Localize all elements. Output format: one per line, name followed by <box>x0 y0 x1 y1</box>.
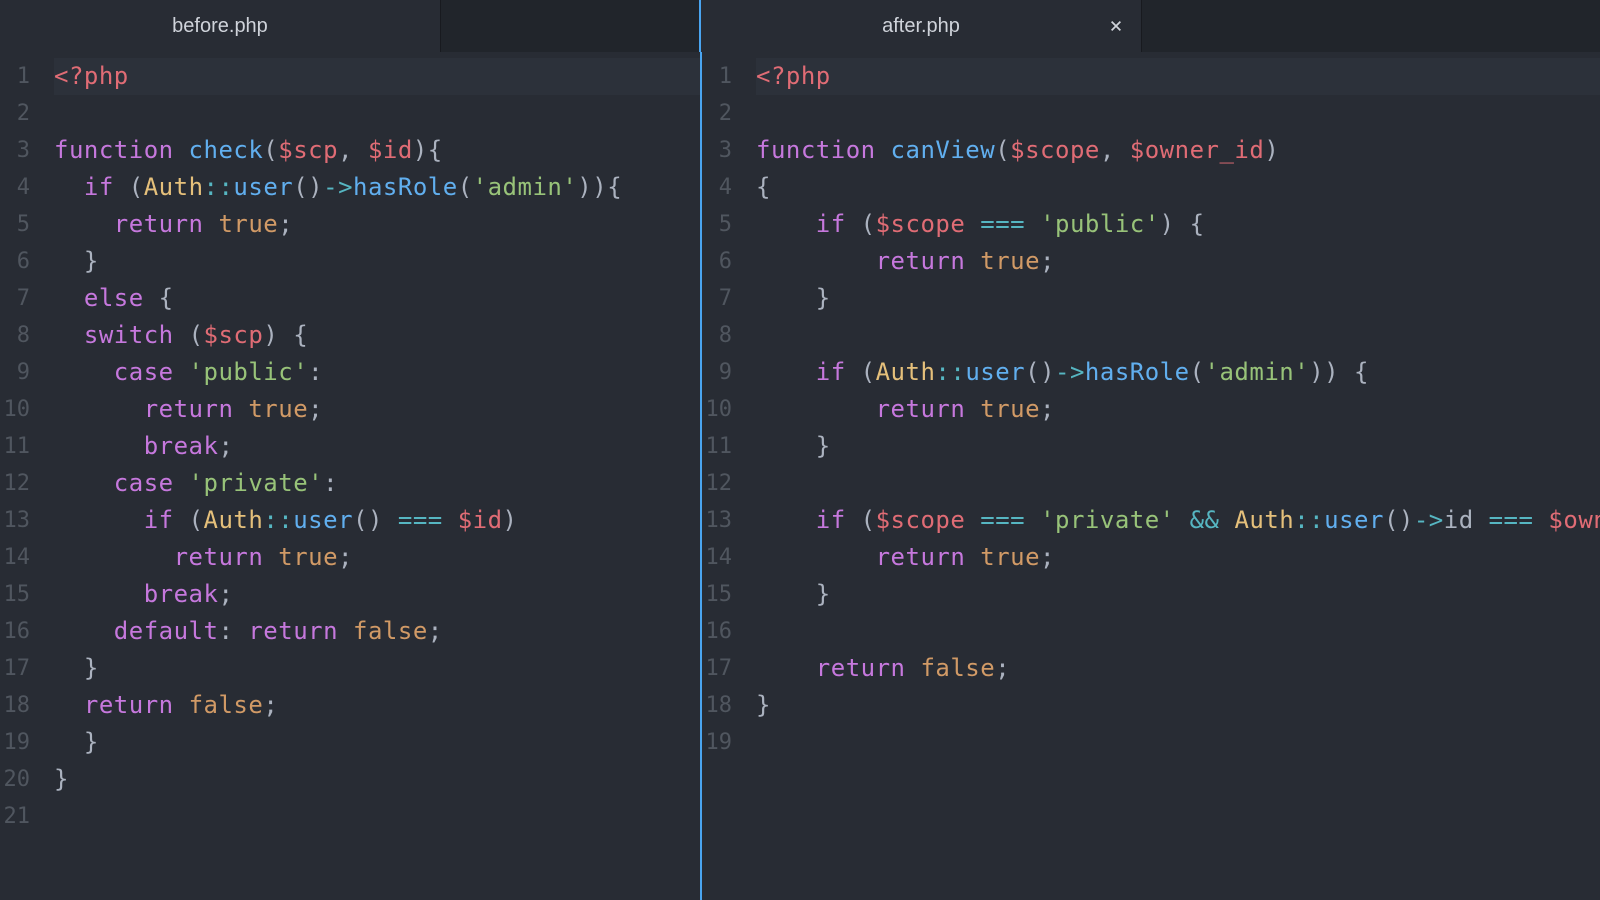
tab-after[interactable]: after.php <box>701 0 1142 52</box>
code-line: } <box>756 280 1600 317</box>
code-line: return true; <box>54 391 700 428</box>
code-line: case 'public': <box>54 354 700 391</box>
code-line <box>756 724 1600 761</box>
code-line: } <box>756 428 1600 465</box>
split-view: 123456789101112131415161718192021 <?php … <box>0 52 1600 900</box>
code-line: if ($scope === 'public') { <box>756 206 1600 243</box>
code-line: else { <box>54 280 700 317</box>
line-number: 10 <box>702 391 732 428</box>
code-line: default: return false; <box>54 613 700 650</box>
line-gutter: 123456789101112131415161718192021 <box>0 52 40 900</box>
line-number: 5 <box>702 206 732 243</box>
code-line: return false; <box>54 687 700 724</box>
line-number: 2 <box>0 95 30 132</box>
line-number: 14 <box>0 539 30 576</box>
code-line: return true; <box>756 539 1600 576</box>
code-line: switch ($scp) { <box>54 317 700 354</box>
line-number: 15 <box>0 576 30 613</box>
code-area[interactable]: <?php function check($scp, $id){ if (Aut… <box>40 52 700 900</box>
line-number: 16 <box>702 613 732 650</box>
line-number: 2 <box>702 95 732 132</box>
line-number: 20 <box>0 761 30 798</box>
code-line: return true; <box>756 243 1600 280</box>
line-number: 15 <box>702 576 732 613</box>
line-number: 17 <box>702 650 732 687</box>
line-number: 1 <box>0 58 30 95</box>
line-number: 12 <box>702 465 732 502</box>
line-number: 12 <box>0 465 30 502</box>
line-number: 13 <box>702 502 732 539</box>
line-number: 7 <box>0 280 30 317</box>
line-number: 1 <box>702 58 732 95</box>
code-line: } <box>54 243 700 280</box>
code-line: break; <box>54 576 700 613</box>
code-line: return true; <box>54 206 700 243</box>
code-line: if (Auth::user()->hasRole('admin')){ <box>54 169 700 206</box>
tab-bar: before.php after.php <box>0 0 1600 52</box>
code-line: } <box>756 576 1600 613</box>
editor-pane-right[interactable]: 12345678910111213141516171819 <?php func… <box>702 52 1600 900</box>
code-line: function check($scp, $id){ <box>54 132 700 169</box>
code-line: break; <box>54 428 700 465</box>
line-number: 21 <box>0 798 30 835</box>
code-line: return false; <box>756 650 1600 687</box>
line-number: 5 <box>0 206 30 243</box>
line-number: 9 <box>0 354 30 391</box>
line-number: 10 <box>0 391 30 428</box>
close-icon[interactable] <box>1107 17 1125 35</box>
line-number: 6 <box>0 243 30 280</box>
tab-empty-right <box>1142 0 1600 52</box>
code-line: if ($scope === 'private' && Auth::user()… <box>756 502 1600 539</box>
code-line: return true; <box>756 391 1600 428</box>
code-line: <?php <box>54 58 700 95</box>
tab-label: after.php <box>882 15 960 38</box>
code-line: } <box>756 687 1600 724</box>
line-number: 17 <box>0 650 30 687</box>
code-line: } <box>54 761 700 798</box>
code-line <box>54 95 700 132</box>
code-line: return true; <box>54 539 700 576</box>
line-number: 14 <box>702 539 732 576</box>
line-number: 3 <box>0 132 30 169</box>
line-number: 19 <box>702 724 732 761</box>
code-line <box>54 798 700 835</box>
line-number: 4 <box>0 169 30 206</box>
code-line: if (Auth::user()->hasRole('admin')) { <box>756 354 1600 391</box>
code-line <box>756 95 1600 132</box>
code-line <box>756 465 1600 502</box>
line-number: 3 <box>702 132 732 169</box>
code-line <box>756 613 1600 650</box>
code-line: } <box>54 724 700 761</box>
line-number: 18 <box>0 687 30 724</box>
code-line <box>756 317 1600 354</box>
line-gutter: 12345678910111213141516171819 <box>702 52 742 900</box>
code-area[interactable]: <?php function canView($scope, $owner_id… <box>742 52 1600 900</box>
code-line: <?php <box>756 58 1600 95</box>
line-number: 11 <box>0 428 30 465</box>
line-number: 9 <box>702 354 732 391</box>
code-line: case 'private': <box>54 465 700 502</box>
tab-label: before.php <box>172 15 268 38</box>
line-number: 16 <box>0 613 30 650</box>
line-number: 11 <box>702 428 732 465</box>
code-line: { <box>756 169 1600 206</box>
tab-before[interactable]: before.php <box>0 0 441 52</box>
code-line: } <box>54 650 700 687</box>
line-number: 7 <box>702 280 732 317</box>
editor-pane-left[interactable]: 123456789101112131415161718192021 <?php … <box>0 52 702 900</box>
code-line: if (Auth::user() === $id) <box>54 502 700 539</box>
tab-empty-left <box>441 0 701 52</box>
line-number: 8 <box>0 317 30 354</box>
line-number: 6 <box>702 243 732 280</box>
line-number: 4 <box>702 169 732 206</box>
line-number: 8 <box>702 317 732 354</box>
code-line: function canView($scope, $owner_id) <box>756 132 1600 169</box>
line-number: 18 <box>702 687 732 724</box>
line-number: 13 <box>0 502 30 539</box>
line-number: 19 <box>0 724 30 761</box>
